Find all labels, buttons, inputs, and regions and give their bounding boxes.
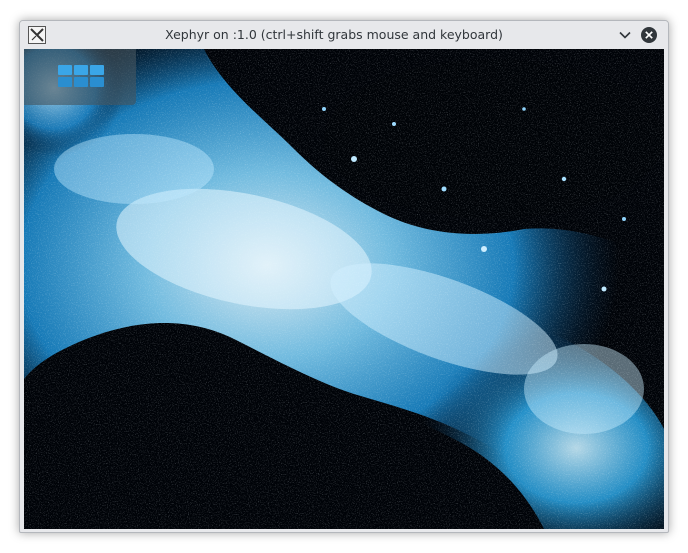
chevron-down-icon: [619, 31, 631, 39]
wallpaper-image: [24, 49, 664, 529]
close-circle-icon: [641, 27, 657, 43]
window-title: Xephyr on :1.0 (ctrl+shift grabs mouse a…: [165, 27, 503, 42]
window-titlebar[interactable]: Xephyr on :1.0 (ctrl+shift grabs mouse a…: [20, 21, 668, 49]
xephyr-display[interactable]: [24, 49, 664, 529]
xephyr-window: Xephyr on :1.0 (ctrl+shift grabs mouse a…: [19, 20, 669, 533]
x-window-icon[interactable]: [28, 26, 46, 44]
close-button[interactable]: [640, 26, 658, 44]
minimize-button[interactable]: [616, 26, 634, 44]
app-grid-icon: [58, 65, 104, 87]
app-launcher[interactable]: [24, 49, 136, 105]
